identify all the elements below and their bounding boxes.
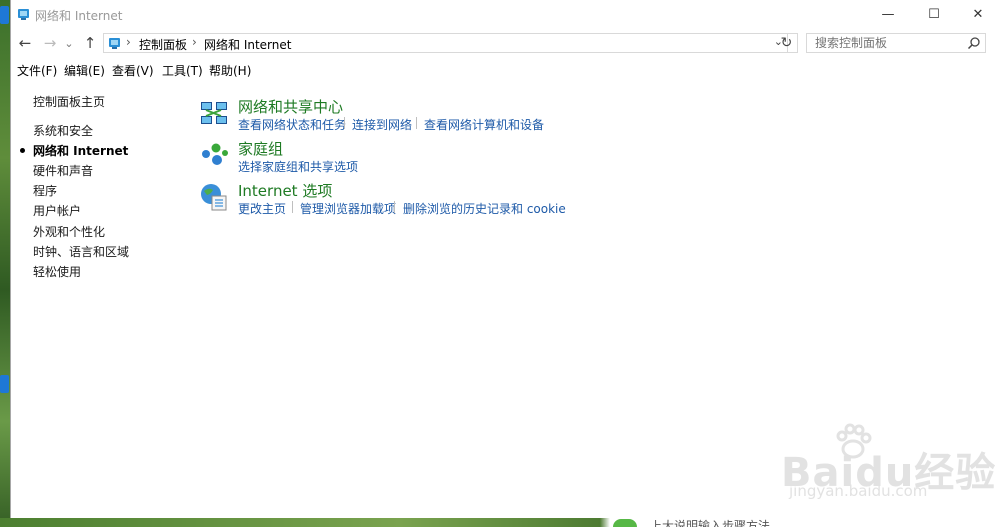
category-title-internet-options[interactable]: Internet 选项 (238, 180, 332, 201)
sidebar-item-user-accounts[interactable]: 用户帐户 (33, 202, 81, 219)
desktop-background (0, 0, 10, 527)
close-icon: ✕ (972, 6, 984, 22)
link-view-network-devices[interactable]: 查看网络计算机和设备 (424, 116, 544, 133)
search-box[interactable] (806, 33, 986, 53)
category-title-homegroup[interactable]: 家庭组 (238, 138, 283, 159)
sidebar-item-hardware-sound[interactable]: 硬件和声音 (33, 162, 93, 179)
background-page-text: 上大说明输入步骤方法 (650, 519, 771, 527)
sidebar-home-link[interactable]: 控制面板主页 (33, 93, 105, 110)
desktop-strip (0, 518, 1000, 527)
sidebar-item-programs[interactable]: 程序 (33, 182, 57, 199)
menu-view[interactable]: 查看(V) (112, 62, 154, 79)
desktop-app-icon[interactable] (0, 6, 9, 24)
link-divider (394, 201, 395, 213)
breadcrumb-network-internet[interactable]: 网络和 Internet (204, 36, 291, 53)
homegroup-icon[interactable] (199, 141, 229, 171)
chevron-down-icon: ⌄ (64, 36, 74, 50)
link-homegroup-sharing[interactable]: 选择家庭组和共享选项 (238, 158, 358, 175)
link-view-network-status[interactable]: 查看网络状态和任务 (238, 116, 346, 133)
recent-locations-button[interactable]: ⌄ (63, 33, 75, 53)
menu-edit[interactable]: 编辑(E) (64, 62, 105, 79)
navigation-bar: ← → ⌄ ↑ › 控制面板 › 网络和 Internet ⌄ ↻ (11, 29, 1000, 57)
watermark-url: jingyan.baidu.com (789, 482, 928, 500)
address-bar[interactable]: › 控制面板 › 网络和 Internet ⌄ (103, 33, 788, 53)
control-panel-icon (18, 9, 29, 20)
link-manage-addons[interactable]: 管理浏览器加载项 (300, 200, 396, 217)
control-panel-icon (109, 38, 120, 49)
sidebar-item-clock-region[interactable]: 时钟、语言和区域 (33, 243, 129, 260)
sidebar-item-ease-of-access[interactable]: 轻松使用 (33, 263, 81, 280)
breadcrumb-separator[interactable]: › (126, 35, 131, 49)
link-divider (344, 117, 345, 129)
close-button[interactable]: ✕ (955, 0, 1000, 28)
back-button[interactable]: ← (16, 33, 34, 53)
minimize-icon: — (881, 6, 895, 22)
up-arrow-icon: ↑ (83, 34, 97, 52)
forward-arrow-icon: → (43, 34, 57, 52)
category-title-network-sharing[interactable]: 网络和共享中心 (238, 96, 343, 117)
back-arrow-icon: ← (18, 34, 32, 52)
sidebar-item-network-internet[interactable]: 网络和 Internet (33, 142, 128, 159)
menu-tools[interactable]: 工具(T) (162, 62, 203, 79)
sidebar-item-appearance[interactable]: 外观和个性化 (33, 223, 105, 240)
breadcrumb-separator[interactable]: › (192, 35, 197, 49)
search-icon[interactable] (967, 36, 981, 50)
maximize-button[interactable]: ☐ (911, 0, 957, 28)
sidebar-item-system-security[interactable]: 系统和安全 (33, 122, 93, 139)
refresh-icon: ↻ (780, 35, 793, 51)
minimize-button[interactable]: — (865, 0, 911, 28)
forward-button[interactable]: → (41, 33, 59, 53)
breadcrumb-control-panel[interactable]: 控制面板 (139, 36, 187, 53)
window-title: 网络和 Internet (35, 9, 123, 23)
internet-options-icon[interactable] (199, 182, 229, 212)
link-divider (416, 117, 417, 129)
baidu-watermark: Baidu经验 jingyan.baidu.com (771, 423, 1000, 510)
menu-bar: 文件(F) 编辑(E) 查看(V) 工具(T) 帮助(H) (11, 60, 1000, 80)
active-indicator-icon (20, 148, 25, 153)
control-panel-window: 网络和 Internet — ☐ ✕ ← → ⌄ ↑ › 控制面板 › 网络和 … (10, 0, 1000, 518)
step-badge (613, 519, 637, 527)
refresh-button[interactable]: ↻ (776, 33, 798, 53)
search-input[interactable] (807, 34, 965, 52)
up-button[interactable]: ↑ (81, 33, 99, 53)
network-sharing-icon[interactable] (199, 99, 229, 129)
title-bar[interactable]: 网络和 Internet — ☐ ✕ (11, 0, 1000, 28)
link-connect-network[interactable]: 连接到网络 (352, 116, 412, 133)
maximize-icon: ☐ (928, 6, 940, 22)
desktop-app-icon[interactable] (0, 375, 9, 393)
menu-file[interactable]: 文件(F) (17, 62, 57, 79)
menu-help[interactable]: 帮助(H) (209, 62, 251, 79)
link-change-homepage[interactable]: 更改主页 (238, 200, 286, 217)
link-divider (292, 201, 293, 213)
link-delete-history[interactable]: 删除浏览的历史记录和 cookie (403, 200, 566, 217)
